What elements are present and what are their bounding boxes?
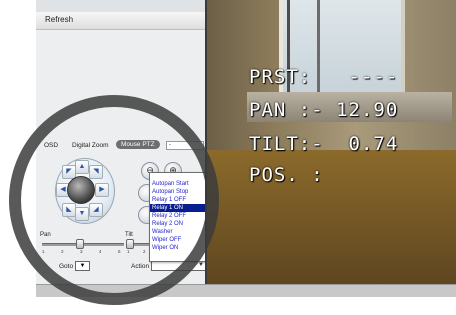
pan-slider-thumb[interactable] bbox=[75, 239, 84, 249]
action-option[interactable]: Relay 1 OFF bbox=[150, 196, 209, 204]
status-bar bbox=[36, 284, 456, 297]
action-select[interactable]: ▼ bbox=[151, 261, 206, 271]
action-option[interactable]: Autopan Start bbox=[150, 180, 209, 188]
pan-tick: 2 bbox=[61, 249, 64, 254]
action-option[interactable]: Wiper ON bbox=[150, 244, 209, 252]
osd-pan-readout: PAN :- 12.90 bbox=[249, 99, 399, 121]
tab-select[interactable]: - bbox=[166, 141, 204, 150]
action-option[interactable]: Washer bbox=[150, 228, 209, 236]
action-option[interactable]: Autopan Stop bbox=[150, 188, 209, 196]
osd-position-readout: POS. : bbox=[249, 164, 324, 186]
tab-digital-zoom[interactable]: Digital Zoom bbox=[72, 142, 108, 149]
pan-label: Pan bbox=[40, 232, 51, 238]
pan-tick: 5 bbox=[118, 249, 121, 254]
refresh-button[interactable]: Refresh bbox=[45, 15, 73, 24]
action-dropdown-list: Autopan Start Autopan Stop Relay 1 OFF R… bbox=[149, 172, 210, 262]
action-option[interactable]: Relay 2 OFF bbox=[150, 212, 209, 220]
osd-preset-readout: PRST: ---- bbox=[249, 66, 399, 88]
tab-mouse-ptz[interactable]: Mouse PTZ bbox=[116, 140, 160, 149]
action-option-selected[interactable]: Relay 1 ON bbox=[150, 204, 209, 212]
action-label: Action bbox=[131, 263, 150, 270]
ptz-home-button[interactable] bbox=[67, 176, 95, 204]
camera-video-feed[interactable]: PRST: ---- PAN :- 12.90 TILT:- 0.74 POS.… bbox=[207, 0, 456, 284]
tab-osd[interactable]: OSD bbox=[44, 142, 58, 149]
ptz-down-button[interactable]: ▼ bbox=[75, 207, 89, 221]
video-scene-desk bbox=[207, 150, 456, 284]
ptz-right-button[interactable]: ▶ bbox=[95, 183, 109, 197]
goto-select[interactable]: ▼ bbox=[75, 261, 90, 271]
pan-tick: 4 bbox=[99, 249, 102, 254]
pan-tick: 1 bbox=[42, 249, 45, 254]
pan-tick: 3 bbox=[80, 249, 83, 254]
goto-label: Goto bbox=[59, 263, 74, 270]
refresh-toolbar: Refresh bbox=[36, 12, 207, 30]
tilt-label: Tilt bbox=[125, 232, 133, 238]
ptz-down-right-button[interactable]: ◢ bbox=[89, 203, 103, 217]
control-tabs: OSD Digital Zoom Mouse PTZ - bbox=[36, 140, 207, 153]
chevron-down-icon: ▼ bbox=[198, 262, 204, 268]
ptz-up-button[interactable]: ▲ bbox=[75, 160, 89, 174]
ptz-up-right-button[interactable]: ◥ bbox=[89, 165, 103, 179]
ptz-down-left-button[interactable]: ◣ bbox=[62, 203, 76, 217]
tilt-tick: 2 bbox=[143, 249, 146, 254]
action-option[interactable]: Wiper OFF bbox=[150, 236, 209, 244]
tilt-slider-thumb[interactable] bbox=[126, 239, 135, 249]
tilt-tick: 1 bbox=[127, 249, 130, 254]
action-option[interactable]: Relay 2 ON bbox=[150, 220, 209, 228]
osd-tilt-readout: TILT:- 0.74 bbox=[249, 133, 399, 155]
